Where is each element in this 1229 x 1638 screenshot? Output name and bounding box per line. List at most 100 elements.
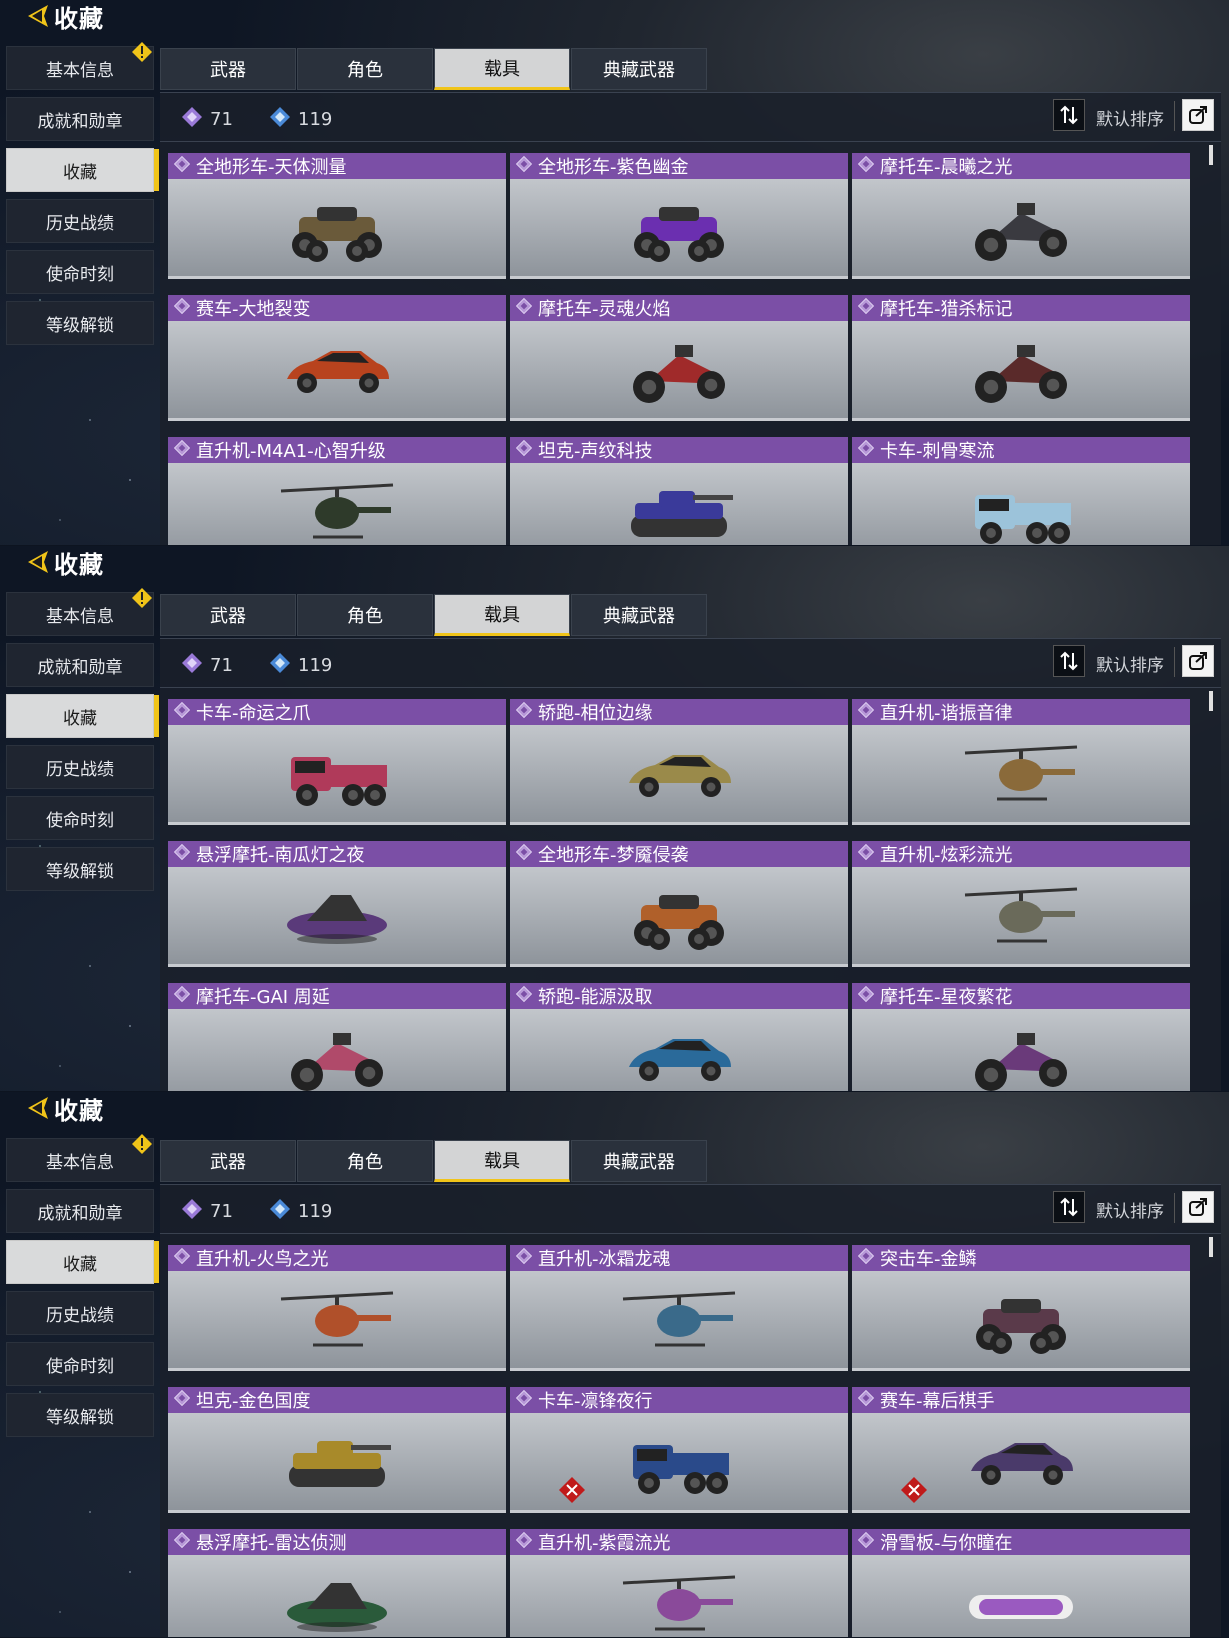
sidebar-item[interactable]: 基本信息 <box>6 42 154 90</box>
vehicle-icon <box>629 754 731 797</box>
vehicle-card[interactable]: 滑雪板-与你瞳在 <box>852 1529 1190 1637</box>
sort-button[interactable] <box>1053 1191 1085 1223</box>
vehicle-card[interactable]: 摩托车-灵魂火焰 <box>510 295 848 421</box>
scrollbar[interactable] <box>1209 691 1213 711</box>
sidebar-item[interactable]: 收藏 <box>6 1240 159 1284</box>
vehicle-name: 悬浮摩托-雷达侦测 <box>196 1533 347 1554</box>
share-button[interactable] <box>1182 99 1214 131</box>
vehicle-name: 卡车-刺骨寒流 <box>880 441 995 462</box>
vehicle-preview <box>852 1009 1190 1091</box>
vehicle-card[interactable]: 直升机-冰霜龙魂 <box>510 1245 848 1371</box>
purple-diamond-icon <box>180 1197 210 1226</box>
share-button[interactable] <box>1182 645 1214 677</box>
vehicle-preview <box>510 1009 848 1091</box>
vehicle-card[interactable]: 悬浮摩托-南瓜灯之夜 <box>168 841 506 967</box>
tab[interactable]: 武器 <box>160 48 296 90</box>
rarity-diamond-icon <box>510 842 538 866</box>
sidebar-item-label: 成就和勋章 <box>37 111 123 132</box>
sidebar-item[interactable]: 使命时刻 <box>6 250 154 294</box>
sidebar-item[interactable]: 等级解锁 <box>6 1393 154 1437</box>
share-button[interactable] <box>1182 1191 1214 1223</box>
sort-label[interactable]: 默认排序 <box>1096 105 1164 130</box>
vehicle-card[interactable]: 摩托车-晨曦之光 <box>852 153 1190 279</box>
tab[interactable]: 载具 <box>434 594 570 636</box>
share-icon <box>1189 1198 1207 1216</box>
sidebar-item[interactable]: 成就和勋章 <box>6 643 154 687</box>
collection-panel: 收藏 基本信息 成就和勋章 收藏 历史战绩 使命时刻 等级解锁 武器 角色 载具 典藏… <box>0 1092 1229 1637</box>
vehicle-card[interactable]: 轿跑-能源汲取 <box>510 983 848 1091</box>
vehicle-card[interactable]: 赛车-幕后棋手 <box>852 1387 1190 1513</box>
sidebar-item[interactable]: 历史战绩 <box>6 745 154 789</box>
vehicle-card[interactable]: 直升机-谐振音律 <box>852 699 1190 825</box>
vehicle-card[interactable]: 悬浮摩托-雷达侦测 <box>168 1529 506 1637</box>
vehicle-card[interactable]: 坦克-金色国度 <box>168 1387 506 1513</box>
tab[interactable]: 典藏武器 <box>571 594 707 636</box>
sidebar-item[interactable]: 使命时刻 <box>6 796 154 840</box>
vehicle-card[interactable]: 卡车-命运之爪 <box>168 699 506 825</box>
vehicle-card[interactable]: 直升机-火鸟之光 <box>168 1245 506 1371</box>
vehicle-icon <box>964 745 1078 800</box>
card-header: 直升机-炫彩流光 <box>852 841 1190 867</box>
rarity-diamond-icon <box>510 984 538 1008</box>
sort-label[interactable]: 默认排序 <box>1096 1197 1164 1222</box>
vehicle-card[interactable]: 突击车-金鳞 <box>852 1245 1190 1371</box>
sort-icon <box>1060 651 1078 671</box>
vehicle-name: 滑雪板-与你瞳在 <box>880 1533 1013 1554</box>
sidebar-item[interactable]: 历史战绩 <box>6 199 154 243</box>
vehicle-card[interactable]: 直升机-炫彩流光 <box>852 841 1190 967</box>
tab[interactable]: 典藏武器 <box>571 1140 707 1182</box>
sidebar-item[interactable]: 成就和勋章 <box>6 1189 154 1233</box>
back-arrow-icon[interactable] <box>22 547 52 577</box>
sidebar-item[interactable]: 成就和勋章 <box>6 97 154 141</box>
tab[interactable]: 角色 <box>297 594 433 636</box>
vehicle-card[interactable]: 卡车-凛锋夜行 <box>510 1387 848 1513</box>
sidebar-item[interactable]: 等级解锁 <box>6 301 154 345</box>
sidebar-item[interactable]: 基本信息 <box>6 1134 154 1182</box>
vehicle-card[interactable]: 摩托车-星夜繁花 <box>852 983 1190 1091</box>
card-header: 卡车-凛锋夜行 <box>510 1387 848 1413</box>
vehicle-card[interactable]: 直升机-紫霞流光 <box>510 1529 848 1637</box>
sort-button[interactable] <box>1053 645 1085 677</box>
purple-count-value: 71 <box>210 109 233 130</box>
vehicle-card[interactable]: 摩托车-猎杀标记 <box>852 295 1190 421</box>
sidebar-item-label: 历史战绩 <box>46 213 114 234</box>
sort-label[interactable]: 默认排序 <box>1096 651 1164 676</box>
scrollbar[interactable] <box>1209 1237 1213 1257</box>
tab[interactable]: 典藏武器 <box>571 48 707 90</box>
sidebar-item[interactable]: 使命时刻 <box>6 1342 154 1386</box>
sidebar-item[interactable]: 收藏 <box>6 694 159 738</box>
card-header: 突击车-金鳞 <box>852 1245 1190 1271</box>
sidebar-item[interactable]: 等级解锁 <box>6 847 154 891</box>
tab[interactable]: 载具 <box>434 1140 570 1182</box>
vehicle-card[interactable]: 全地形车-天体测量 <box>168 153 506 279</box>
vehicle-card[interactable]: 摩托车-GAI 周延 <box>168 983 506 1091</box>
sidebar-item-label: 等级解锁 <box>46 1407 114 1428</box>
vehicle-icon <box>969 1594 1073 1619</box>
vehicle-card[interactable]: 赛车-大地裂变 <box>168 295 506 421</box>
sidebar-item[interactable]: 基本信息 <box>6 588 154 636</box>
sidebar-item[interactable]: 收藏 <box>6 148 159 192</box>
back-arrow-icon[interactable] <box>22 1 52 31</box>
sort-icon <box>1060 105 1078 125</box>
vehicle-card[interactable]: 全地形车-梦魇侵袭 <box>510 841 848 967</box>
tab[interactable]: 载具 <box>434 48 570 90</box>
vehicle-card[interactable]: 全地形车-紫色幽金 <box>510 153 848 279</box>
card-header: 摩托车-GAI 周延 <box>168 983 506 1009</box>
sort-button[interactable] <box>1053 99 1085 131</box>
vehicle-card[interactable]: 卡车-刺骨寒流 <box>852 437 1190 545</box>
sidebar-item[interactable]: 历史战绩 <box>6 1291 154 1335</box>
tab[interactable]: 角色 <box>297 1140 433 1182</box>
tab[interactable]: 武器 <box>160 594 296 636</box>
tab[interactable]: 角色 <box>297 48 433 90</box>
scrollbar[interactable] <box>1209 145 1213 165</box>
vehicle-preview <box>168 179 506 279</box>
vehicle-card[interactable]: 轿跑-相位边缘 <box>510 699 848 825</box>
vehicle-card[interactable]: 坦克-声纹科技 <box>510 437 848 545</box>
tab[interactable]: 武器 <box>160 1140 296 1182</box>
sidebar: 基本信息 成就和勋章 收藏 历史战绩 使命时刻 等级解锁 <box>6 588 159 898</box>
back-arrow-icon[interactable] <box>22 1093 52 1123</box>
vehicle-icon <box>975 494 1071 544</box>
vehicle-card[interactable]: 直升机-M4A1-心智升级 <box>168 437 506 545</box>
vehicle-name: 坦克-金色国度 <box>196 1391 311 1412</box>
category-tabs: 武器 角色 载具 典藏武器 <box>160 48 708 90</box>
